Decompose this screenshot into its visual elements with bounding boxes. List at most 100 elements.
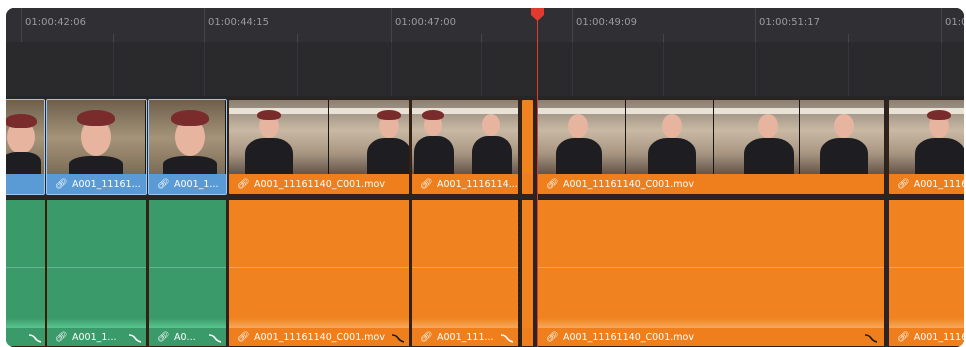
link-icon: 🔗︎ — [157, 178, 170, 190]
timecode-label: 01:00:49:09 — [576, 17, 638, 28]
clip-label: 🔗︎ A001_11161140_C001.mov — [538, 174, 884, 194]
audio-waveform — [889, 318, 964, 328]
link-icon: 🔗︎ — [420, 178, 433, 190]
ruler-minor-tick — [663, 34, 664, 42]
timecode-label: 01:00:51:17 — [759, 17, 821, 28]
timecode-label: 01:00:44:15 — [208, 17, 270, 28]
video-clip[interactable] — [6, 99, 45, 195]
fade-handle-icon[interactable] — [391, 330, 405, 344]
link-icon: 🔗︎ — [546, 331, 559, 343]
ruler-minor-tick — [848, 34, 849, 42]
timecode-label: 01:00:47:00 — [395, 17, 457, 28]
volume-line[interactable] — [149, 267, 226, 268]
link-icon: 🔗︎ — [897, 178, 910, 190]
playhead-icon[interactable] — [530, 8, 545, 22]
clip-thumbnails — [889, 100, 964, 176]
audio-clip-label: 🔗︎ A001_11161140_C001.mov — [229, 328, 409, 346]
grid-line — [572, 42, 573, 96]
ruler-minor-tick — [297, 34, 298, 42]
thumbnail — [149, 100, 226, 176]
link-icon: 🔗︎ — [55, 178, 68, 190]
link-icon: 🔗︎ — [237, 178, 250, 190]
clip-label — [6, 174, 44, 194]
video-clip[interactable]: 🔗︎ A001_11161... — [46, 99, 147, 195]
video-clip[interactable]: 🔗︎ A001_11161140_C001.mov — [228, 99, 410, 195]
audio-waveform — [47, 318, 146, 328]
clip-thumbnails — [149, 100, 226, 176]
audio-clip[interactable]: 🔗︎ A0... — [148, 199, 227, 347]
grid-line — [481, 42, 482, 96]
clip-thumbnails — [412, 100, 518, 176]
empty-video-track[interactable] — [6, 42, 964, 96]
thumbnail — [47, 100, 146, 176]
clip-label — [522, 174, 533, 194]
thumbnail — [538, 100, 626, 176]
audio-clip[interactable] — [6, 199, 46, 347]
grid-line — [204, 42, 205, 96]
audio-clip[interactable]: 🔗︎ A001_111... — [411, 199, 519, 347]
fade-handle-icon[interactable] — [500, 330, 514, 344]
audio-clip-label: 🔗︎ A001_1116 — [889, 328, 964, 346]
fade-handle-icon[interactable] — [864, 330, 878, 344]
video-clip[interactable]: 🔗︎ A001_1... — [148, 99, 227, 195]
clip-label: 🔗︎ A001_1116 — [889, 174, 964, 194]
clip-label: 🔗︎ A001_11161140_C001.mov — [229, 174, 409, 194]
audio-clip-label: 🔗︎ A001_11161140_C001.mov — [538, 328, 884, 346]
clip-label: 🔗︎ A001_11161... — [47, 174, 146, 194]
thumbnail — [626, 100, 714, 176]
thumbnail — [229, 100, 329, 176]
link-icon: 🔗︎ — [237, 331, 250, 343]
link-icon: 🔗︎ — [420, 331, 433, 343]
volume-line[interactable] — [6, 267, 45, 268]
ruler-major-tick — [391, 8, 392, 42]
edit-gap-marker — [519, 199, 538, 347]
fade-handle-icon[interactable] — [128, 330, 142, 344]
video-clip[interactable]: 🔗︎ A001_11161140_C001.mov — [537, 99, 885, 195]
ruler-major-tick — [941, 8, 942, 42]
timecode-label: 01:0 — [945, 17, 964, 28]
link-icon: 🔗︎ — [546, 178, 559, 190]
audio-waveform — [6, 318, 45, 328]
thumbnail — [800, 100, 884, 176]
volume-line[interactable] — [538, 267, 884, 268]
thumbnail — [6, 100, 44, 176]
timecode-label: 01:00:42:06 — [25, 17, 87, 28]
volume-line[interactable] — [889, 267, 964, 268]
fade-handle-icon[interactable] — [28, 330, 42, 344]
volume-line[interactable] — [229, 267, 409, 268]
audio-waveform — [538, 318, 884, 328]
ruler-major-tick — [21, 8, 22, 42]
volume-line[interactable] — [412, 267, 518, 268]
ruler-major-tick — [755, 8, 756, 42]
video-track: 🔗︎ A001_11161... 🔗︎ A001_1... 🔗︎ A001_11… — [6, 96, 964, 208]
audio-clip[interactable]: 🔗︎ A001_11161140_C001.mov — [228, 199, 410, 347]
ruler-major-tick — [572, 8, 573, 42]
clip-thumbnails — [47, 100, 146, 176]
timeline-panel: 01:00:42:06 01:00:44:15 01:00:47:00 01:0… — [6, 8, 964, 347]
audio-clip[interactable]: 🔗︎ A001_1... — [46, 199, 147, 347]
ruler-minor-tick — [113, 34, 114, 42]
grid-line — [755, 42, 756, 96]
timecode-ruler[interactable]: 01:00:42:06 01:00:44:15 01:00:47:00 01:0… — [6, 8, 964, 43]
audio-waveform — [412, 318, 518, 328]
playhead-line[interactable] — [537, 8, 538, 347]
grid-line — [113, 42, 114, 96]
link-icon: 🔗︎ — [897, 331, 910, 343]
clip-thumbnails — [538, 100, 884, 176]
thumbnail — [714, 100, 800, 176]
fade-handle-icon[interactable] — [208, 330, 222, 344]
grid-line — [663, 42, 664, 96]
thumbnail — [329, 100, 409, 176]
clip-label: 🔗︎ A001_1... — [149, 174, 226, 194]
link-icon: 🔗︎ — [157, 331, 170, 343]
audio-clip[interactable]: 🔗︎ A001_11161140_C001.mov — [537, 199, 885, 347]
clip-thumbnails — [229, 100, 409, 176]
thumbnail — [889, 100, 964, 176]
video-clip[interactable]: 🔗︎ A001_1116 — [888, 99, 964, 195]
audio-clip[interactable]: 🔗︎ A001_1116 — [888, 199, 964, 347]
ruler-minor-tick — [481, 34, 482, 42]
video-clip[interactable] — [521, 99, 534, 195]
grid-line — [848, 42, 849, 96]
video-clip[interactable]: 🔗︎ A001_1116114... — [411, 99, 519, 195]
volume-line[interactable] — [47, 267, 146, 268]
